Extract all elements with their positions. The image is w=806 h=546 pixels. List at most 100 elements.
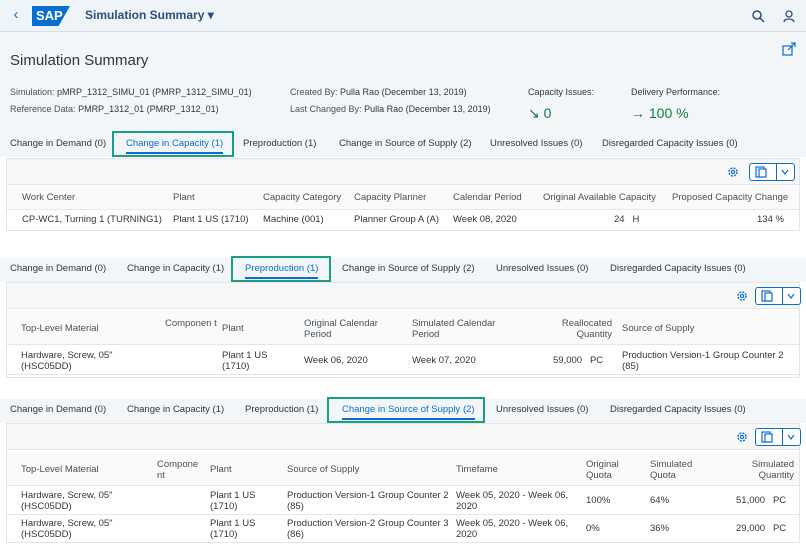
tab-disregarded-capacity-issues[interactable]: Disregarded Capacity Issues (0) xyxy=(610,263,746,274)
cell: 0% xyxy=(586,523,600,534)
cell: Hardware, Screw, 05" (HSC05DD) xyxy=(21,518,113,540)
col-header: Original Available Capacity xyxy=(543,192,656,203)
col-header: Source of Supply xyxy=(622,323,695,334)
col-header: Original Calendar Period xyxy=(304,318,378,340)
tab-preproduction[interactable]: Preproduction (1) xyxy=(245,404,318,415)
cell: 24 H xyxy=(614,214,640,225)
export-menu-button[interactable] xyxy=(749,163,795,181)
delivery-performance-value: → 100 % xyxy=(631,105,689,121)
cell: CP-WC1, Turning 1 (TURNING1) xyxy=(22,214,162,225)
tab-unresolved-issues[interactable]: Unresolved Issues (0) xyxy=(490,138,582,149)
tab-change-in-demand[interactable]: Change in Demand (0) xyxy=(10,138,106,149)
tab-bar-2: Change in Demand (0) Change in Capacity … xyxy=(0,258,806,282)
cell: Plant 1 US (1710) xyxy=(173,214,249,225)
cell: Machine (001) xyxy=(263,214,324,225)
col-header: Calendar Period xyxy=(453,192,522,203)
cell: Plant 1 US (1710) xyxy=(222,350,268,372)
cell: Week 05, 2020 - Week 06, 2020 xyxy=(456,490,569,512)
highlight-box xyxy=(112,131,234,157)
chevron-down-icon xyxy=(787,293,795,299)
export-menu-button[interactable] xyxy=(755,287,801,305)
col-header: Simulated Quantity xyxy=(751,459,794,481)
col-header: Source of Supply xyxy=(287,464,360,475)
col-header: Plant xyxy=(222,323,244,334)
cell: Hardware, Screw, 05" (HSC05DD) xyxy=(21,490,113,512)
col-header: Plant xyxy=(210,464,232,475)
cell: 64% xyxy=(650,495,670,506)
col-header: Top-Level Material xyxy=(21,323,99,334)
cell: Plant 1 US (1710) xyxy=(210,490,256,512)
tab-disregarded-capacity-issues[interactable]: Disregarded Capacity Issues (0) xyxy=(610,404,746,415)
cell: Hardware, Screw, 05" (HSC05DD) xyxy=(21,350,113,372)
tab-change-in-demand[interactable]: Change in Demand (0) xyxy=(10,404,106,415)
preproduction-table: Top-Level Material Componen t Plant Orig… xyxy=(6,282,801,378)
cell: Week 05, 2020 - Week 06, 2020 xyxy=(456,518,569,540)
gear-icon[interactable] xyxy=(735,289,749,303)
tab-change-in-source-of-supply[interactable]: Change in Source of Supply (2) xyxy=(339,138,472,149)
cell: Week 06, 2020 xyxy=(304,355,368,366)
sap-logo: SAP xyxy=(32,6,70,26)
table-toolbar xyxy=(7,159,799,185)
tab-unresolved-issues[interactable]: Unresolved Issues (0) xyxy=(496,263,588,274)
tab-change-in-demand[interactable]: Change in Demand (0) xyxy=(10,263,106,274)
back-icon[interactable]: ‹ xyxy=(8,7,24,23)
created-by-attr: Created By: Pulla Rao (December 13, 2019… xyxy=(290,87,467,97)
capacity-table: Work Center Plant Capacity Category Capa… xyxy=(6,158,800,231)
col-header: Compone nt xyxy=(157,459,199,481)
export-menu-button[interactable] xyxy=(755,428,801,446)
app-title-menu[interactable]: Simulation Summary ▾ xyxy=(85,8,214,22)
cell: Production Version-1 Group Counter 2 (85… xyxy=(622,350,784,372)
user-icon[interactable] xyxy=(782,9,796,23)
cell: Plant 1 US (1710) xyxy=(210,518,256,540)
export-icon xyxy=(755,166,767,178)
cell: 36% xyxy=(650,523,670,534)
capacity-issues-label: Capacity Issues: xyxy=(528,87,595,97)
col-header: Proposed Capacity Change xyxy=(672,192,789,203)
col-header: Componen t xyxy=(165,318,217,329)
table-toolbar xyxy=(7,283,801,309)
chevron-down-icon xyxy=(787,434,795,440)
cell: Week 07, 2020 xyxy=(412,355,476,366)
cell: 134 % xyxy=(757,214,784,225)
page-title: Simulation Summary xyxy=(10,52,149,69)
reference-attr: Reference Data: PMRP_1312_01 (PMRP_1312_… xyxy=(10,104,219,114)
col-header: Work Center xyxy=(22,192,76,203)
cell: 51,000 PC xyxy=(736,495,787,506)
table-toolbar xyxy=(7,424,801,450)
simulation-attr: Simulation: pMRP_1312_SIMU_01 (PMRP_1312… xyxy=(10,87,252,97)
col-header: Plant xyxy=(173,192,195,203)
col-header: Capacity Planner xyxy=(354,192,427,203)
col-header: Reallocated Quantity xyxy=(561,318,612,340)
tab-unresolved-issues[interactable]: Unresolved Issues (0) xyxy=(496,404,588,415)
tab-change-in-source-of-supply[interactable]: Change in Source of Supply (2) xyxy=(342,263,475,274)
cell: 100% xyxy=(586,495,611,506)
search-icon[interactable] xyxy=(751,9,765,23)
export-icon xyxy=(761,290,773,302)
highlight-box xyxy=(327,397,485,423)
col-header: Simulated Calendar Period xyxy=(412,318,496,340)
gear-icon[interactable] xyxy=(726,165,740,179)
tab-change-in-capacity[interactable]: Change in Capacity (1) xyxy=(127,263,224,274)
col-header: Capacity Category xyxy=(263,192,342,203)
highlight-box xyxy=(231,256,331,282)
tab-disregarded-capacity-issues[interactable]: Disregarded Capacity Issues (0) xyxy=(602,138,738,149)
tab-preproduction[interactable]: Preproduction (1) xyxy=(243,138,316,149)
cell: Week 08, 2020 xyxy=(453,214,517,225)
col-header: Top-Level Material xyxy=(21,464,99,475)
export-icon xyxy=(761,431,773,443)
gear-icon[interactable] xyxy=(735,430,749,444)
share-icon[interactable] xyxy=(782,42,796,56)
cell: 59,000 PC xyxy=(553,355,604,366)
capacity-issues-value: ↘ 0 xyxy=(528,105,552,121)
cell: 29,000 PC xyxy=(736,523,787,534)
col-header: Original Quota xyxy=(586,459,619,481)
col-header: Simulated Quota xyxy=(650,459,693,481)
chevron-down-icon xyxy=(781,169,789,175)
cell: Production Version-1 Group Counter 2 (85… xyxy=(287,490,449,512)
col-header: Timefame xyxy=(456,464,498,475)
tab-change-in-capacity[interactable]: Change in Capacity (1) xyxy=(127,404,224,415)
cell: Production Version-2 Group Counter 3 (86… xyxy=(287,518,449,540)
source-of-supply-table: Top-Level Material Compone nt Plant Sour… xyxy=(6,423,801,543)
shell-bar: ‹ SAP Simulation Summary ▾ xyxy=(0,0,806,32)
changed-by-attr: Last Changed By: Pulla Rao (December 13,… xyxy=(290,104,491,114)
